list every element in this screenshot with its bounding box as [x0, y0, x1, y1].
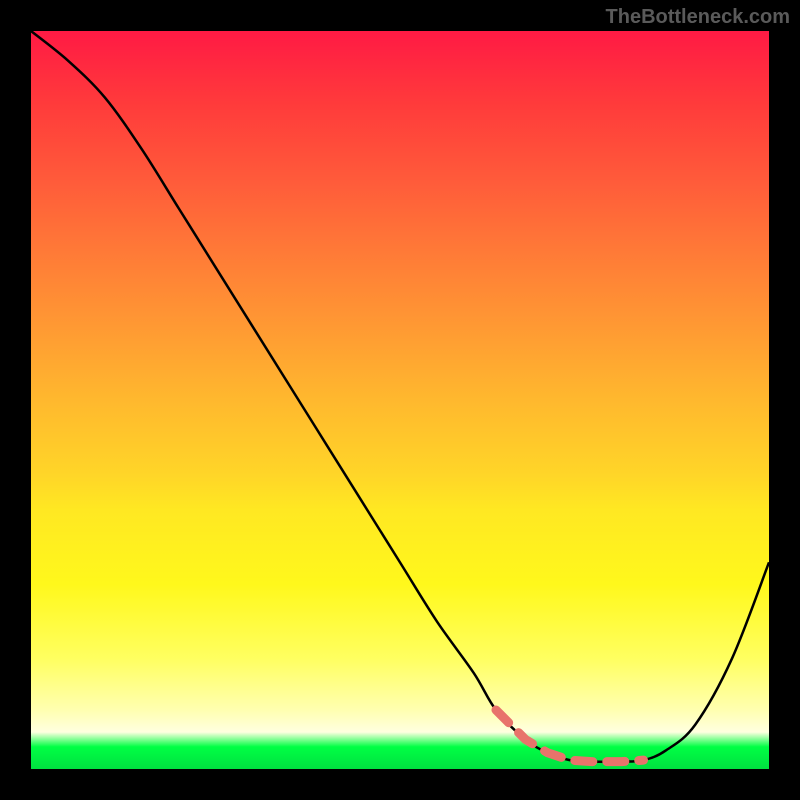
chart-svg [31, 31, 769, 769]
bottleneck-curve [31, 31, 769, 762]
optimal-range-marker [496, 710, 644, 762]
watermark-text: TheBottleneck.com [606, 6, 790, 29]
chart-plot-area [31, 31, 769, 769]
